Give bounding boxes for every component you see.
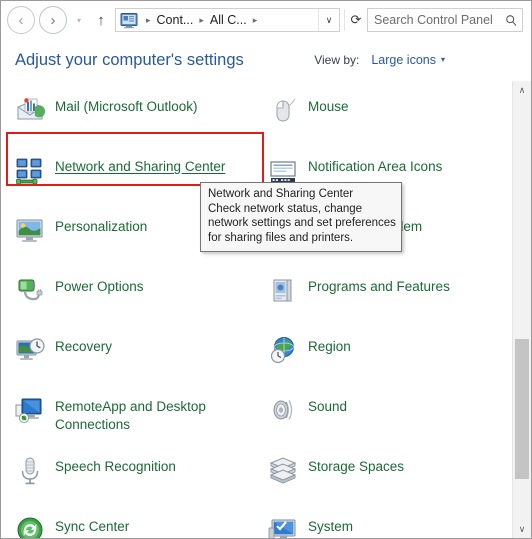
control-panel-item-label: Programs and Features	[308, 279, 450, 294]
control-panel-item-power-options[interactable]: Power Options	[1, 271, 254, 331]
control-panel-item-label: RemoteApp and Desktop Connections	[55, 399, 206, 433]
address-dropdown-button[interactable]: ∨	[318, 9, 339, 31]
view-by-control[interactable]: View by: Large icons ▾	[314, 53, 517, 67]
programs-and-features-icon	[266, 274, 300, 308]
forward-arrow-icon: ›	[50, 11, 56, 29]
up-arrow-icon: ↑	[97, 11, 105, 29]
scroll-down-button[interactable]: ∨	[513, 520, 531, 538]
control-panel-item-label: Sync Center	[55, 519, 130, 534]
control-panel-item-label: Mail (Microsoft Outlook)	[55, 99, 198, 114]
breadcrumb-separator: ▸	[252, 14, 258, 25]
power-options-icon	[13, 274, 47, 308]
control-panel-item-storage-spaces[interactable]: Storage Spaces	[254, 451, 507, 511]
forward-button[interactable]: ›	[39, 6, 67, 34]
control-panel-item-remoteapp-and-desktop-connections[interactable]: RemoteApp and Desktop Connections	[1, 391, 254, 451]
control-panel-item-mouse[interactable]: Mouse	[254, 91, 507, 151]
control-panel-item-system[interactable]: System	[254, 511, 507, 538]
breadcrumb-control-panel[interactable]: Cont...	[156, 13, 195, 27]
control-panel-item-mail[interactable]: Mail (Microsoft Outlook)	[1, 91, 254, 151]
scroll-up-button[interactable]: ∧	[513, 81, 531, 99]
control-panel-items-grid: Mail (Microsoft Outlook) Mouse Network a…	[1, 81, 507, 538]
tooltip: Network and Sharing Center Check network…	[200, 182, 402, 252]
control-panel-item-label: Personalization	[55, 219, 148, 234]
storage-spaces-icon	[266, 454, 300, 488]
back-button[interactable]: ‹	[7, 6, 35, 34]
remoteapp-icon	[13, 394, 47, 428]
control-panel-item-label: Network and Sharing Center	[55, 159, 226, 174]
scrollbar-track[interactable]	[513, 99, 531, 520]
recent-locations-button[interactable]: ▾	[71, 8, 87, 32]
address-toolbar: ‹ › ▾ ↑ ▸ Cont... ▸ All C... ▸ ∨ ⟳ Searc…	[1, 1, 531, 39]
region-icon	[266, 334, 300, 368]
control-panel-item-speech-recognition[interactable]: Speech Recognition	[1, 451, 254, 511]
chevron-down-icon: ▾	[76, 15, 81, 25]
speech-recognition-icon	[13, 454, 47, 488]
breadcrumb-all-items[interactable]: All C...	[209, 13, 248, 27]
item-row: Speech Recognition Storage Spaces	[1, 451, 507, 511]
sound-icon	[266, 394, 300, 428]
address-bar[interactable]: ▸ Cont... ▸ All C... ▸ ∨	[115, 8, 340, 32]
control-panel-window: ‹ › ▾ ↑ ▸ Cont... ▸ All C... ▸ ∨ ⟳ Searc…	[0, 0, 532, 539]
network-sharing-center-icon	[13, 154, 47, 188]
control-panel-item-label: System	[308, 519, 354, 534]
control-panel-icon	[119, 10, 139, 30]
item-row: RemoteApp and Desktop Connections Sound	[1, 391, 507, 451]
item-row: Sync Center System	[1, 511, 507, 538]
breadcrumb-separator: ▸	[146, 14, 151, 25]
control-panel-item-label: Power Options	[55, 279, 144, 294]
up-one-level-button[interactable]: ↑	[89, 7, 113, 33]
tooltip-line: network settings and set preferences	[208, 217, 396, 230]
control-panel-item-region[interactable]: Region	[254, 331, 507, 391]
control-panel-item-label: Storage Spaces	[308, 459, 405, 474]
control-panel-item-label: Sound	[308, 399, 348, 414]
control-panel-item-label: Region	[308, 339, 351, 354]
system-icon	[266, 514, 300, 538]
search-icon	[500, 9, 522, 31]
recovery-icon	[13, 334, 47, 368]
chevron-down-icon[interactable]: ▾	[441, 56, 445, 64]
mail-icon	[13, 94, 47, 128]
back-arrow-icon: ‹	[18, 11, 24, 29]
sync-center-icon	[13, 514, 47, 538]
search-control-panel-box[interactable]: Search Control Panel	[367, 8, 523, 32]
refresh-button[interactable]: ⟳	[344, 9, 367, 31]
control-panel-items-area: Mail (Microsoft Outlook) Mouse Network a…	[1, 81, 531, 538]
control-panel-item-label: Recovery	[55, 339, 113, 354]
scrollbar-thumb[interactable]	[515, 339, 529, 479]
control-panel-item-label: Speech Recognition	[55, 459, 176, 474]
control-panel-item-recovery[interactable]: Recovery	[1, 331, 254, 391]
vertical-scrollbar[interactable]: ∧ ∨	[512, 81, 531, 538]
mouse-icon	[266, 94, 300, 128]
search-input[interactable]: Search Control Panel	[368, 13, 500, 27]
page-title: Adjust your computer's settings	[15, 50, 244, 69]
item-row: Recovery Region	[1, 331, 507, 391]
control-panel-item-label: Mouse	[308, 99, 349, 114]
control-panel-item-label: Notification Area Icons	[308, 159, 443, 174]
tooltip-title: Network and Sharing Center	[208, 188, 354, 200]
page-header: Adjust your computer's settings View by:…	[1, 39, 531, 81]
breadcrumb-separator: ▸	[199, 14, 204, 25]
tooltip-line: Check network status, change	[208, 202, 363, 215]
item-row: Mail (Microsoft Outlook) Mouse	[1, 91, 507, 151]
control-panel-item-programs-and-features[interactable]: Programs and Features	[254, 271, 507, 331]
personalization-icon	[13, 214, 47, 248]
control-panel-item-sync-center[interactable]: Sync Center	[1, 511, 254, 538]
view-by-label: View by:	[314, 53, 360, 67]
tooltip-line: for sharing files and printers.	[208, 232, 354, 245]
item-row: Power Options Programs and Features	[1, 271, 507, 331]
view-by-value[interactable]: Large icons	[371, 53, 436, 67]
control-panel-item-sound[interactable]: Sound	[254, 391, 507, 451]
